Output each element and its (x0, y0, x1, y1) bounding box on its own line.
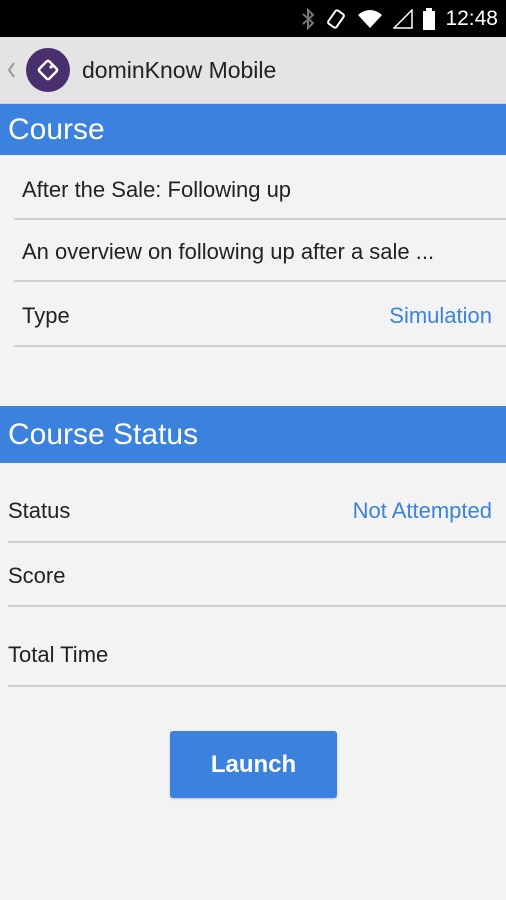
status-value: Not Attempted (352, 498, 492, 523)
divider (14, 218, 506, 220)
app-logo[interactable] (26, 48, 70, 92)
course-description: An overview on following up after a sale… (22, 239, 435, 264)
divider (14, 280, 506, 282)
score-label: Score (8, 563, 66, 588)
launch-button[interactable]: Launch (170, 731, 337, 798)
clock: 12:48 (445, 6, 498, 30)
rotate-icon (325, 8, 347, 30)
divider (8, 541, 506, 543)
divider (8, 605, 506, 607)
divider (8, 685, 506, 687)
battery-icon (423, 7, 436, 30)
status-row: Status Not Attempted (8, 490, 492, 532)
score-row: Score (8, 555, 492, 597)
bluetooth-icon (301, 7, 315, 30)
course-status-section-header: Course Status (0, 406, 506, 463)
course-description-row: An overview on following up after a sale… (22, 232, 492, 272)
type-label: Type (22, 303, 70, 328)
total-time-label: Total Time (8, 642, 109, 667)
divider (14, 345, 506, 347)
action-bar: dominKnow Mobile (0, 37, 506, 104)
course-section-header: Course (0, 104, 506, 155)
back-chevron-icon[interactable] (4, 61, 18, 79)
total-time-row: Total Time (8, 634, 492, 676)
signal-icon (393, 8, 414, 29)
wifi-icon (357, 9, 383, 29)
course-type-row: Type Simulation (22, 295, 492, 337)
type-value: Simulation (389, 303, 492, 328)
app-title: dominKnow Mobile (82, 56, 277, 83)
status-bar: 12:48 (0, 0, 506, 37)
course-title: After the Sale: Following up (22, 177, 292, 202)
course-title-row: After the Sale: Following up (22, 170, 492, 210)
status-label: Status (8, 498, 71, 523)
